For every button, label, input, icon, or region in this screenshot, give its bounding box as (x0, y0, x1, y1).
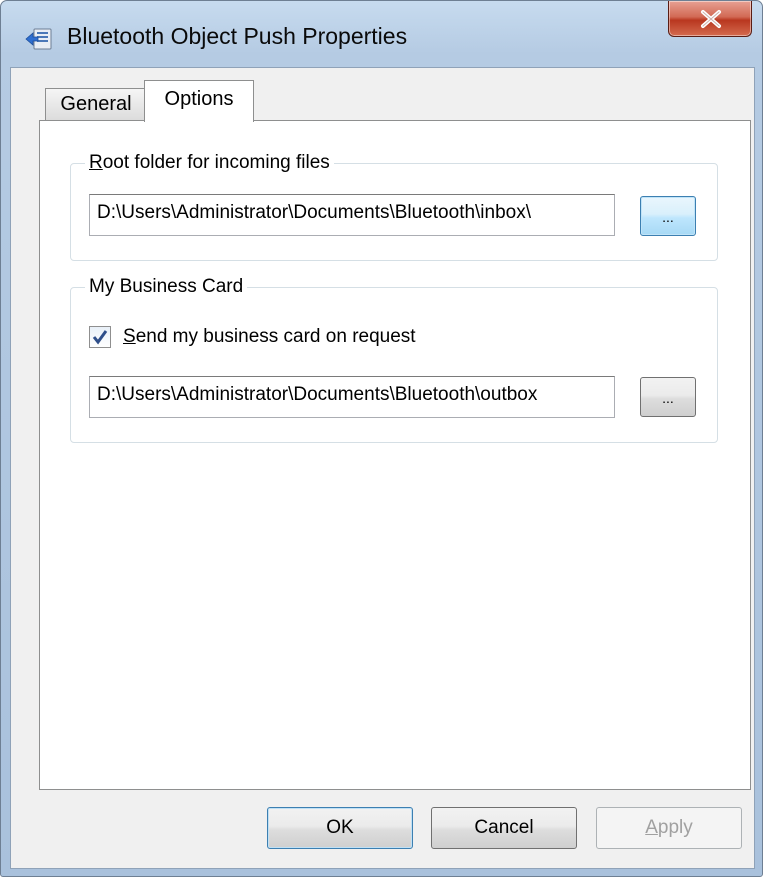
business-card-path-field[interactable]: D:\Users\Administrator\Documents\Bluetoo… (89, 376, 615, 418)
ok-button[interactable]: OK (267, 807, 413, 849)
root-folder-path-field[interactable]: D:\Users\Administrator\Documents\Bluetoo… (89, 194, 615, 236)
dialog-client-area: General Options Root folder for incoming… (10, 67, 755, 869)
title-bar[interactable]: Bluetooth Object Push Properties (1, 1, 762, 67)
root-folder-group-label: Root folder for incoming files (85, 150, 334, 176)
root-folder-group: Root folder for incoming files D:\Users\… (70, 150, 718, 261)
tab-options[interactable]: Options (144, 80, 254, 122)
business-card-group-label: My Business Card (85, 274, 248, 300)
close-button[interactable] (668, 1, 752, 37)
send-business-card-label: Send my business card on request (123, 326, 416, 347)
tab-options-label: Options (164, 88, 234, 110)
send-business-card-checkbox[interactable] (89, 326, 111, 348)
apply-button[interactable]: Apply (596, 807, 742, 849)
dialog-window: Bluetooth Object Push Properties General… (0, 0, 763, 877)
root-folder-browse-button[interactable]: ... (640, 196, 696, 236)
cancel-button[interactable]: Cancel (431, 807, 577, 849)
close-x-icon (701, 10, 721, 28)
bluetooth-transfer-icon (25, 27, 53, 51)
checkmark-icon (92, 330, 108, 345)
business-card-group: My Business Card Send my business card o… (70, 274, 718, 443)
tab-general[interactable]: General (45, 88, 147, 120)
tab-general-label: General (60, 93, 132, 115)
business-card-browse-button[interactable]: ... (640, 377, 696, 417)
window-title: Bluetooth Object Push Properties (67, 23, 408, 49)
options-tab-panel: Root folder for incoming files D:\Users\… (39, 120, 751, 790)
